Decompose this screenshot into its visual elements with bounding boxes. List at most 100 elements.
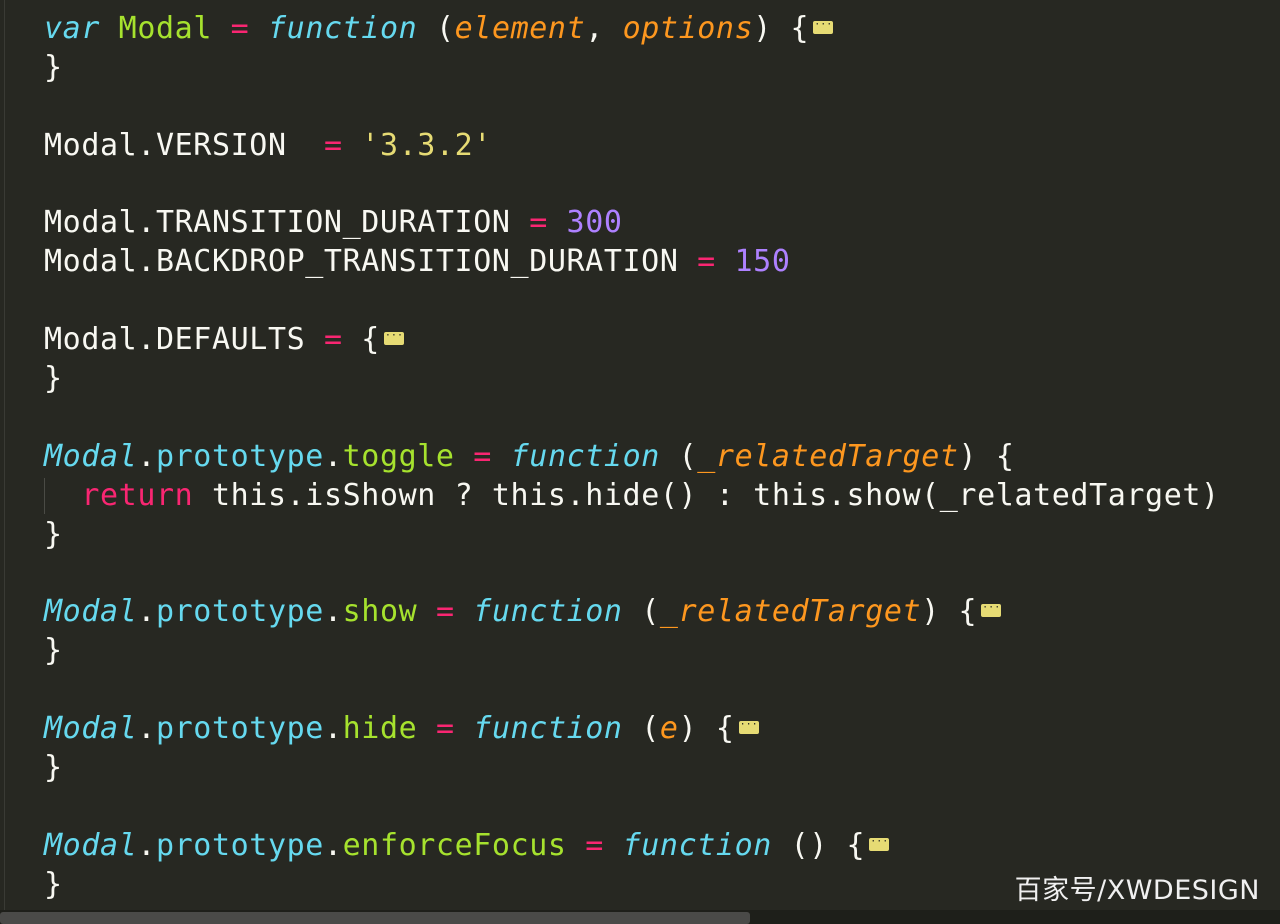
code-line-4: Modal.VERSION = '3.3.2'	[44, 127, 1220, 166]
token-param: element	[454, 11, 586, 46]
token-dot: .	[137, 594, 156, 630]
token-paren: ) {	[921, 594, 978, 630]
token-prototype: prototype	[155, 711, 324, 747]
token-brace: }	[44, 516, 63, 552]
token-paren: ) {	[958, 438, 1015, 474]
fold-marker-icon[interactable]: ···	[738, 720, 759, 735]
code-line-13: return this.isShown ? this.hide() : this…	[44, 477, 1220, 516]
token-dot: .	[137, 711, 156, 747]
token-operator: =	[529, 205, 548, 241]
token-prototype: prototype	[155, 827, 324, 863]
token-dot: .	[137, 827, 156, 863]
code-line-2: }	[44, 49, 1220, 88]
token-method: enforceFocus	[342, 827, 567, 863]
token-string: '3.3.2'	[361, 127, 492, 163]
horizontal-scrollbar[interactable]	[0, 910, 1280, 924]
code-line-17: }	[44, 632, 1220, 671]
token-class: Modal	[44, 711, 138, 747]
token-number: 150	[734, 244, 791, 280]
token-identifier: Modal.TRANSITION_DURATION	[44, 205, 530, 241]
code-line-14: }	[44, 516, 1220, 555]
watermark: 百家号/XWDESIGN	[1014, 875, 1260, 906]
code-line-10: }	[44, 360, 1220, 399]
token-identifier: Modal.VERSION	[44, 127, 324, 163]
fold-marker-icon[interactable]: ···	[869, 836, 890, 851]
code-line-9: Modal.DEFAULTS = {···	[44, 321, 1220, 360]
gutter-line	[4, 0, 5, 910]
token-paren: ) {	[678, 711, 735, 747]
token-return: return	[81, 477, 194, 513]
token-param: options	[622, 11, 754, 46]
token-operator: =	[435, 594, 455, 630]
token-prototype: prototype	[155, 438, 324, 474]
code-line-7: Modal.BACKDROP_TRANSITION_DURATION = 150	[44, 243, 1220, 282]
token-brace: {	[342, 322, 380, 358]
token-operator: =	[323, 322, 343, 358]
fold-marker-icon[interactable]: ···	[383, 331, 404, 346]
token-identifier: Modal.BACKDROP_TRANSITION_DURATION	[44, 244, 698, 280]
token-keyword: function	[510, 438, 660, 474]
code-line-6: Modal.TRANSITION_DURATION = 300	[44, 204, 1220, 243]
code-line-19: Modal.prototype.hide = function (e) {···	[44, 710, 1220, 749]
token-keyword: function	[473, 594, 623, 630]
token-name: Modal	[118, 11, 212, 46]
code-line-20: }	[44, 749, 1220, 788]
token-param: _relatedTarget	[659, 594, 922, 630]
token-brace: }	[44, 866, 63, 902]
token-keyword: function	[473, 711, 623, 747]
token-class: Modal	[44, 827, 138, 863]
token-operator: =	[585, 827, 604, 863]
token-paren: (	[622, 594, 660, 630]
token-operator: =	[473, 438, 492, 474]
token-keyword: function	[622, 827, 772, 863]
token-expression: this.isShown ? this.hide() : this.show(_…	[193, 477, 1220, 513]
token-operator: =	[230, 11, 250, 46]
code-line-1: var Modal = function (element, options) …	[44, 10, 1220, 49]
token-class: Modal	[44, 438, 138, 474]
token-brace: }	[44, 49, 63, 85]
token-paren: () {	[790, 827, 866, 863]
token-dot: .	[323, 827, 343, 863]
token-brace: }	[44, 749, 63, 785]
token-paren: (	[417, 11, 455, 46]
token-dot: .	[323, 438, 343, 474]
token-method: show	[342, 594, 418, 630]
token-param: _relatedTarget	[697, 438, 959, 474]
code-line-16: Modal.prototype.show = function (_relate…	[44, 593, 1220, 632]
token-paren: (	[622, 711, 660, 747]
token-param: e	[659, 711, 679, 747]
token-paren: ) {	[753, 11, 810, 46]
token-sep: ,	[585, 11, 623, 46]
token-dot: .	[323, 594, 343, 630]
token-dot: .	[137, 438, 156, 474]
token-operator: =	[435, 711, 455, 747]
token-method: toggle	[342, 438, 455, 474]
token-brace: }	[44, 361, 63, 397]
token-paren: (	[659, 438, 698, 474]
token-class: Modal	[44, 594, 138, 630]
token-prototype: prototype	[155, 594, 324, 630]
token-brace: }	[44, 633, 63, 669]
token-keyword: function	[268, 11, 418, 46]
scrollbar-thumb[interactable]	[0, 912, 750, 924]
token-operator: =	[697, 244, 716, 280]
token-keyword: var	[44, 11, 100, 46]
code-editor[interactable]: var Modal = function (element, options) …	[44, 10, 1220, 904]
token-operator: =	[323, 127, 343, 163]
token-method: hide	[342, 711, 418, 747]
fold-marker-icon[interactable]: ···	[981, 603, 1002, 618]
fold-marker-icon[interactable]: ···	[813, 20, 834, 34]
token-identifier: Modal.DEFAULTS	[44, 322, 324, 358]
token-dot: .	[323, 711, 343, 747]
code-line-12: Modal.prototype.toggle = function (_rela…	[44, 438, 1220, 477]
code-line-22: Modal.prototype.enforceFocus = function …	[44, 827, 1220, 866]
token-number: 300	[566, 205, 623, 241]
